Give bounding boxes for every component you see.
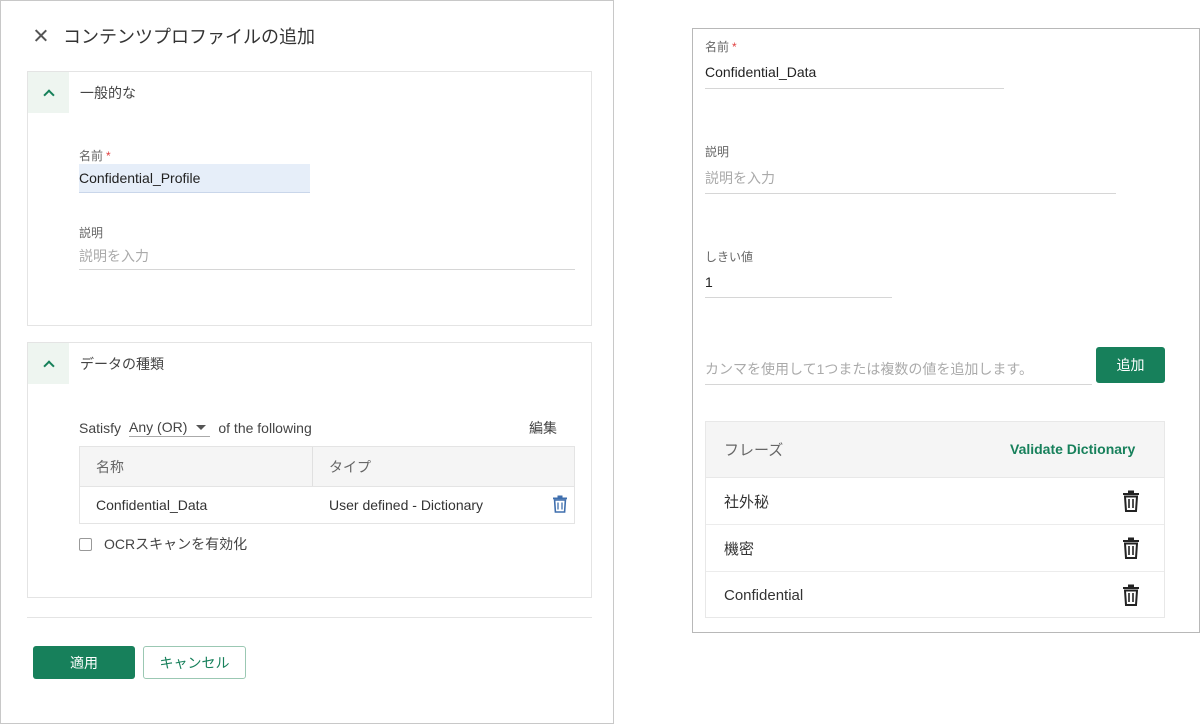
description-input[interactable]: 説明を入力 (79, 244, 575, 270)
description-label: 説明 (79, 226, 104, 240)
trash-icon[interactable] (1122, 490, 1140, 517)
ocr-label: OCRスキャンを有効化 (104, 536, 248, 552)
name-label: 名前 * (705, 38, 737, 55)
table-header: 名称 タイプ (80, 447, 574, 487)
profile-name-input[interactable]: Confidential_Profile (79, 164, 310, 193)
description-underline (705, 193, 1116, 194)
dialog-title: コンテンツプロファイルの追加 (63, 27, 315, 47)
data-types-section-header[interactable]: データの種類 (28, 343, 591, 384)
data-types-table: 名称 タイプ Confidential_Data User defined - … (79, 446, 575, 524)
general-section-title: 一般的な (80, 84, 136, 101)
name-label-text: 名前 (79, 149, 104, 163)
add-values-underline (705, 384, 1092, 385)
row-name: Confidential_Data (96, 497, 208, 513)
add-content-profile-dialog: コンテンツプロファイルの追加 一般的な 名前 * Confidential_Pro… (0, 0, 614, 724)
phrase-text: 機密 (724, 540, 755, 558)
phrase-table-header: フレーズ Validate Dictionary (706, 422, 1164, 478)
caret-down-icon (196, 424, 207, 430)
required-mark: * (106, 149, 111, 163)
satisfy-select-value: Any (OR) (129, 419, 188, 435)
column-header-name[interactable]: 名称 (80, 447, 313, 486)
name-label-text: 名前 (705, 40, 730, 54)
edit-button[interactable]: 編集 (529, 418, 557, 438)
trash-icon[interactable] (1122, 537, 1140, 564)
satisfy-select[interactable]: Any (OR) (129, 419, 211, 437)
close-icon[interactable] (31, 26, 51, 46)
dictionary-editor-panel: 名前 * Confidential_Data 説明 説明を入力 しきい値 1 カン… (692, 28, 1200, 633)
chevron-up-icon (42, 89, 55, 101)
phrase-row: 社外秘 (706, 478, 1164, 525)
satisfy-row: Satisfy Any (OR) of the following (79, 418, 312, 438)
threshold-underline (705, 297, 892, 298)
description-input[interactable]: 説明を入力 (705, 168, 775, 188)
trash-icon[interactable] (1122, 584, 1140, 611)
chevron-up-icon (42, 360, 55, 372)
phrase-text: 社外秘 (724, 493, 770, 511)
threshold-label: しきい値 (705, 250, 754, 264)
add-button[interactable]: 追加 (1096, 347, 1165, 383)
collapse-toggle[interactable] (28, 343, 69, 384)
table-row[interactable]: Confidential_Data User defined - Diction… (80, 487, 574, 523)
phrase-table: フレーズ Validate Dictionary 社外秘 機密 Confiden… (705, 421, 1165, 618)
data-types-section: データの種類 Satisfy Any (OR) of the following… (27, 342, 592, 598)
general-section: 一般的な 名前 * Confidential_Profile 説明 説明を入力 (27, 71, 592, 326)
satisfy-label: Satisfy (79, 420, 122, 436)
dictionary-name-input[interactable]: Confidential_Data (705, 64, 816, 80)
apply-button[interactable]: 適用 (33, 646, 135, 679)
required-mark: * (732, 40, 737, 54)
collapse-toggle[interactable] (28, 72, 69, 113)
general-section-header[interactable]: 一般的な (28, 72, 591, 113)
ocr-scan-option[interactable]: OCRスキャンを有効化 (79, 534, 247, 554)
threshold-input[interactable]: 1 (705, 274, 713, 290)
row-type: User defined - Dictionary (329, 497, 484, 513)
footer-divider (27, 617, 592, 618)
name-underline (705, 88, 1004, 89)
column-header-type[interactable]: タイプ (313, 447, 574, 486)
phrase-row: Confidential (706, 572, 1164, 619)
phrase-column-header: フレーズ (724, 442, 784, 459)
cancel-button[interactable]: キャンセル (143, 646, 246, 679)
data-types-section-title: データの種類 (80, 355, 164, 372)
add-values-input[interactable]: カンマを使用して1つまたは複数の値を追加します。 (705, 359, 1033, 379)
description-label: 説明 (705, 145, 730, 159)
dialog-header: コンテンツプロファイルの追加 (31, 23, 315, 49)
phrase-text: Confidential (724, 587, 804, 604)
of-following-label: of the following (218, 420, 312, 436)
validate-dictionary-button[interactable]: Validate Dictionary (1010, 441, 1135, 457)
phrase-row: 機密 (706, 525, 1164, 572)
name-label: 名前 * (79, 147, 111, 164)
ocr-checkbox[interactable] (79, 537, 92, 551)
trash-icon[interactable] (552, 495, 568, 518)
